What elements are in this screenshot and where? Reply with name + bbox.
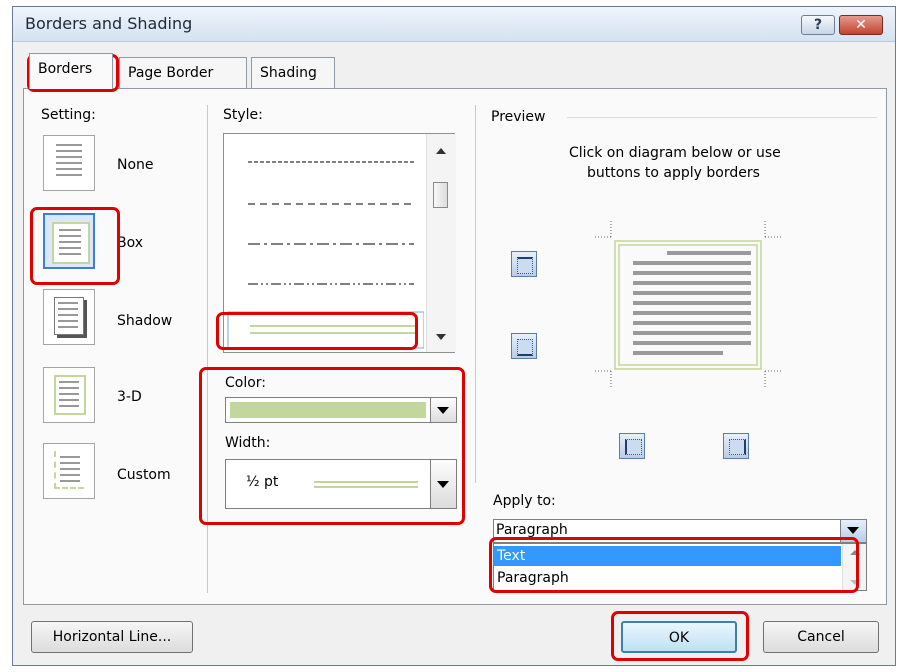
tab-shading-label: Shading [260, 65, 317, 81]
setting-3d-label[interactable]: 3-D [117, 389, 142, 405]
left-border-icon [625, 439, 642, 455]
preview-diagram[interactable] [593, 217, 783, 393]
3d-setting-icon[interactable] [43, 367, 95, 423]
tab-page-border-label: Page Border [128, 65, 214, 81]
none-setting-icon[interactable] [43, 135, 95, 191]
window-title: Borders and Shading [25, 14, 193, 33]
apply-to-value: Paragraph [496, 522, 568, 538]
style-scrollbar[interactable] [426, 134, 456, 352]
top-border-button[interactable] [511, 251, 537, 277]
tab-borders[interactable]: Borders [29, 53, 113, 89]
help-button[interactable]: ? [801, 15, 835, 35]
horizontal-line-button[interactable]: Horizontal Line... [31, 621, 193, 653]
bottom-border-button[interactable] [511, 333, 537, 359]
top-border-icon [517, 257, 533, 274]
close-button[interactable]: ✕ [839, 15, 883, 35]
scroll-down-icon[interactable] [436, 334, 446, 340]
preview-divider [567, 117, 877, 118]
preview-instruction-line2: buttons to apply borders [587, 165, 760, 181]
right-border-button[interactable] [723, 433, 749, 459]
highlight-ok-button [611, 611, 749, 661]
tab-shading[interactable]: Shading [251, 57, 335, 89]
highlight-style-selection [216, 312, 418, 350]
scroll-up-icon[interactable] [436, 148, 446, 154]
borders-and-shading-dialog: Borders and Shading ? ✕ Borders Page Bor… [12, 6, 896, 666]
setting-box-label[interactable]: Box [117, 235, 143, 251]
highlight-apply-to-list [489, 537, 859, 593]
tab-page-border[interactable]: Page Border [119, 57, 247, 89]
scroll-thumb[interactable] [433, 182, 448, 208]
left-border-button[interactable] [619, 433, 645, 459]
setting-custom-label[interactable]: Custom [117, 467, 171, 483]
setting-label: Setting: [41, 107, 96, 123]
tab-borders-label: Borders [38, 61, 93, 77]
separator-preview [475, 105, 476, 483]
cancel-button[interactable]: Cancel [763, 621, 879, 653]
highlight-box-setting [30, 207, 120, 285]
setting-shadow-label[interactable]: Shadow [117, 313, 172, 329]
custom-setting-icon[interactable] [43, 443, 95, 499]
style-label: Style: [223, 107, 263, 123]
chevron-down-icon [847, 527, 859, 534]
apply-to-label: Apply to: [493, 493, 556, 509]
right-border-icon [729, 439, 746, 455]
highlight-color-width [199, 367, 465, 525]
preview-label: Preview [491, 109, 546, 125]
bottom-border-icon [517, 339, 533, 356]
shadow-setting-icon[interactable] [43, 289, 95, 345]
title-bar: Borders and Shading ? ✕ [13, 7, 895, 42]
setting-none-label[interactable]: None [117, 157, 154, 173]
preview-instruction-line1: Click on diagram below or use [569, 145, 781, 161]
